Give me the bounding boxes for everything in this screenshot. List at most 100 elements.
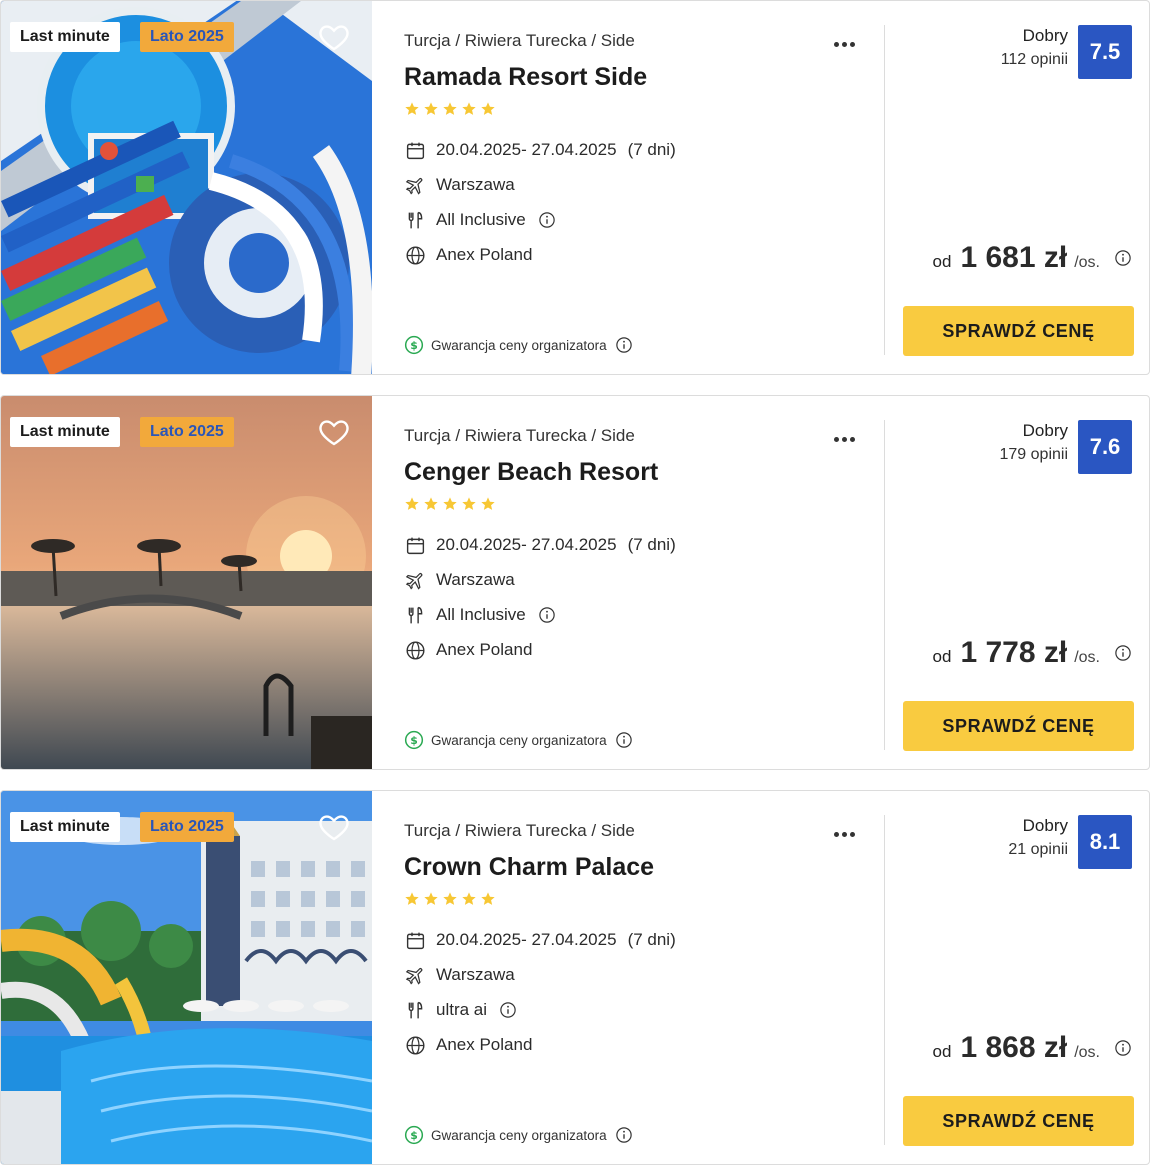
- info-icon[interactable]: [615, 1126, 633, 1144]
- duration-text: (7 dni): [627, 930, 676, 949]
- score-badge: 7.6: [1078, 420, 1132, 474]
- departure-text: Warszawa: [436, 175, 515, 194]
- review-count[interactable]: 21 opinii: [1008, 837, 1068, 863]
- check-price-button[interactable]: SPRAWDŹ CENĘ: [903, 306, 1134, 356]
- price-guarantee: $ Gwarancja ceny organizatora: [404, 730, 633, 750]
- cutlery-icon: [404, 999, 426, 1021]
- location-breadcrumb[interactable]: Turcja / Riwiera Turecka / Side: [404, 426, 635, 446]
- price-unit: /os.: [1074, 649, 1100, 666]
- dates-text: 20.04.2025- 27.04.2025: [436, 930, 617, 949]
- price: od 1 778 zł /os.: [933, 636, 1132, 670]
- review-count[interactable]: 112 opinii: [1001, 47, 1068, 73]
- departure-city: Warszawa: [404, 174, 515, 196]
- last-minute-badge: Last minute: [10, 22, 120, 52]
- offer-card[interactable]: Last minute Lato 2025 Turcja / Riwiera T…: [0, 790, 1150, 1165]
- star-icon: [424, 892, 438, 905]
- operator-text: Anex Poland: [436, 245, 533, 264]
- globe-icon: [404, 1034, 426, 1056]
- season-badge: Lato 2025: [140, 22, 234, 52]
- hotel-photo[interactable]: Last minute Lato 2025: [1, 1, 372, 374]
- heart-outline-icon[interactable]: [317, 21, 351, 53]
- trip-dates: 20.04.2025- 27.04.2025 (7 dni): [404, 534, 676, 556]
- board-type: All Inclusive: [404, 209, 556, 231]
- season-badge: Lato 2025: [140, 812, 234, 842]
- dates-text: 20.04.2025- 27.04.2025: [436, 140, 617, 159]
- info-icon[interactable]: [538, 606, 556, 624]
- offer-info: Turcja / Riwiera Turecka / Side Crown Ch…: [404, 791, 874, 1164]
- offer-info: Turcja / Riwiera Turecka / Side Cenger B…: [404, 396, 874, 769]
- location-breadcrumb[interactable]: Turcja / Riwiera Turecka / Side: [404, 821, 635, 841]
- more-dots-icon[interactable]: [834, 34, 862, 47]
- check-price-button[interactable]: SPRAWDŹ CENĘ: [903, 701, 1134, 751]
- tour-operator: Anex Poland: [404, 1034, 532, 1056]
- board-text: ultra ai: [436, 1000, 488, 1019]
- rating[interactable]: Dobry 21 opinii 8.1: [1008, 815, 1132, 869]
- svg-text:$: $: [410, 734, 418, 747]
- price-prefix: od: [932, 647, 952, 666]
- hotel-stars: [404, 496, 496, 512]
- rating-word: Dobry: [1022, 26, 1068, 45]
- plane-icon: [404, 174, 426, 196]
- hotel-stars: [404, 101, 496, 117]
- dollar-circle-icon: $: [404, 1125, 424, 1145]
- offer-card[interactable]: Last minute Lato 2025 Turcja / Riwiera T…: [0, 395, 1150, 770]
- board-type: ultra ai: [404, 999, 517, 1021]
- price: od 1 868 zł /os.: [933, 1031, 1132, 1065]
- hotel-name[interactable]: Ramada Resort Side: [404, 63, 647, 92]
- duration-text: (7 dni): [627, 535, 676, 554]
- star-icon: [481, 497, 495, 510]
- last-minute-badge: Last minute: [10, 417, 120, 447]
- hotel-photo[interactable]: Last minute Lato 2025: [1, 396, 372, 769]
- calendar-icon: [404, 534, 426, 556]
- more-dots-icon[interactable]: [834, 824, 862, 837]
- star-icon: [405, 102, 419, 115]
- season-badge: Lato 2025: [140, 417, 234, 447]
- tour-operator: Anex Poland: [404, 244, 532, 266]
- check-price-button[interactable]: SPRAWDŹ CENĘ: [903, 1096, 1134, 1146]
- more-dots-icon[interactable]: [834, 429, 862, 442]
- price-guarantee: $ Gwarancja ceny organizatora: [404, 1125, 633, 1145]
- info-icon[interactable]: [1114, 644, 1132, 662]
- calendar-icon: [404, 929, 426, 951]
- info-icon[interactable]: [499, 1001, 517, 1019]
- star-icon: [481, 892, 495, 905]
- svg-text:$: $: [410, 1129, 418, 1142]
- price-unit: /os.: [1074, 1044, 1100, 1061]
- guarantee-text: Gwarancja ceny organizatora: [431, 337, 607, 353]
- operator-text: Anex Poland: [436, 1035, 533, 1054]
- departure-text: Warszawa: [436, 965, 515, 984]
- departure-city: Warszawa: [404, 569, 515, 591]
- heart-outline-icon[interactable]: [317, 811, 351, 843]
- star-icon: [424, 102, 438, 115]
- guarantee-text: Gwarancja ceny organizatora: [431, 732, 607, 748]
- operator-text: Anex Poland: [436, 640, 533, 659]
- price-guarantee: $ Gwarancja ceny organizatora: [404, 335, 633, 355]
- last-minute-badge: Last minute: [10, 812, 120, 842]
- location-breadcrumb[interactable]: Turcja / Riwiera Turecka / Side: [404, 31, 635, 51]
- info-icon[interactable]: [615, 336, 633, 354]
- price: od 1 681 zł /os.: [933, 241, 1132, 275]
- info-icon[interactable]: [1114, 249, 1132, 267]
- board-text: All Inclusive: [436, 605, 526, 624]
- cutlery-icon: [404, 209, 426, 231]
- star-icon: [443, 102, 457, 115]
- globe-icon: [404, 244, 426, 266]
- offer-card[interactable]: Last minute Lato 2025 Turcja / Riwiera T…: [0, 0, 1150, 375]
- info-icon[interactable]: [615, 731, 633, 749]
- rating[interactable]: Dobry 179 opinii 7.6: [1000, 420, 1132, 474]
- star-icon: [462, 102, 476, 115]
- hotel-photo[interactable]: Last minute Lato 2025: [1, 791, 372, 1164]
- hotel-name[interactable]: Cenger Beach Resort: [404, 458, 658, 487]
- info-icon[interactable]: [538, 211, 556, 229]
- departure-text: Warszawa: [436, 570, 515, 589]
- review-count[interactable]: 179 opinii: [1000, 442, 1069, 468]
- star-icon: [481, 102, 495, 115]
- rating[interactable]: Dobry 112 opinii 7.5: [1001, 25, 1132, 79]
- info-icon[interactable]: [1114, 1039, 1132, 1057]
- divider: [884, 25, 885, 355]
- price-amount: 1 778 zł: [960, 636, 1068, 669]
- calendar-icon: [404, 139, 426, 161]
- heart-outline-icon[interactable]: [317, 416, 351, 448]
- dates-text: 20.04.2025- 27.04.2025: [436, 535, 617, 554]
- hotel-name[interactable]: Crown Charm Palace: [404, 853, 654, 882]
